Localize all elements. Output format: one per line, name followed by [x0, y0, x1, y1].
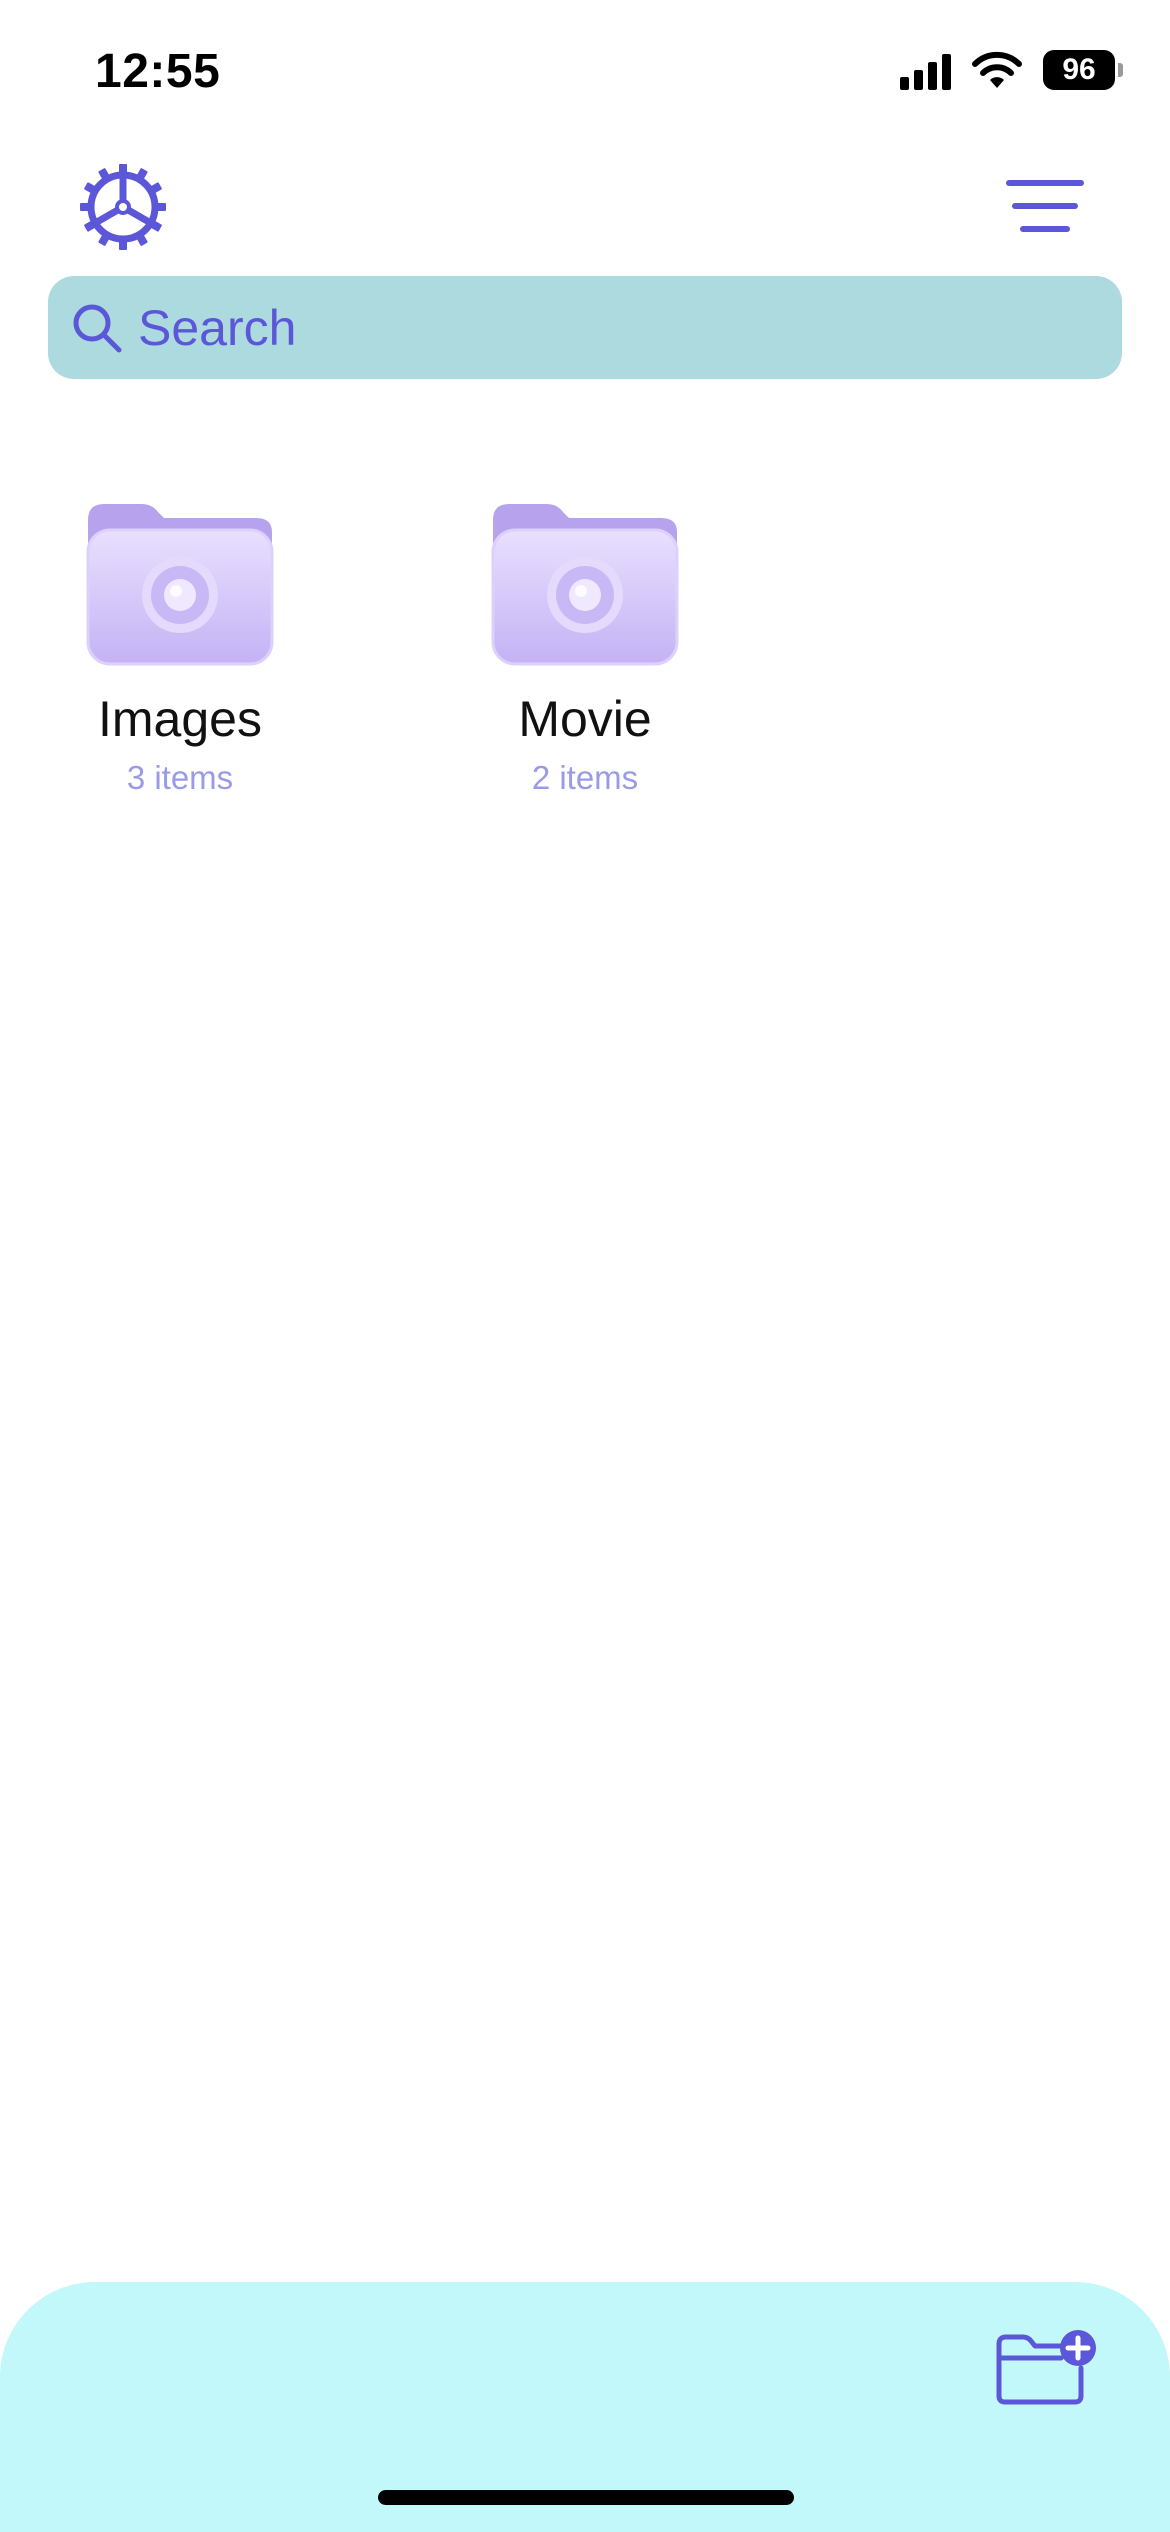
camera-folder-icon	[86, 504, 274, 666]
folder-item-count: 3 items	[126, 759, 234, 796]
folder-movie[interactable]: Movie 2 items	[455, 490, 715, 797]
search-bar[interactable]	[48, 276, 1122, 379]
status-icons: 96	[900, 50, 1123, 90]
folder-item-count: 2 items	[531, 759, 639, 796]
folder-name: Movie	[518, 691, 652, 747]
camera-folder-icon	[491, 504, 679, 666]
gear-icon[interactable]	[80, 164, 166, 250]
home-indicator[interactable]	[378, 2490, 794, 2505]
folder-images[interactable]: Images 3 items	[50, 490, 310, 797]
cellular-signal-icon	[900, 50, 951, 90]
status-time: 12:55	[95, 45, 221, 98]
wifi-icon	[972, 51, 1022, 88]
folder-plus-icon[interactable]	[995, 2328, 1099, 2406]
hamburger-menu-icon[interactable]	[1005, 178, 1085, 234]
battery-icon: 96	[1043, 50, 1123, 90]
search-icon	[73, 304, 122, 352]
folder-name: Images	[98, 691, 262, 747]
search-input[interactable]	[138, 298, 1038, 357]
files-screen: 12:55 96 Search Images 3 items Movie 2 i…	[0, 0, 1170, 2532]
